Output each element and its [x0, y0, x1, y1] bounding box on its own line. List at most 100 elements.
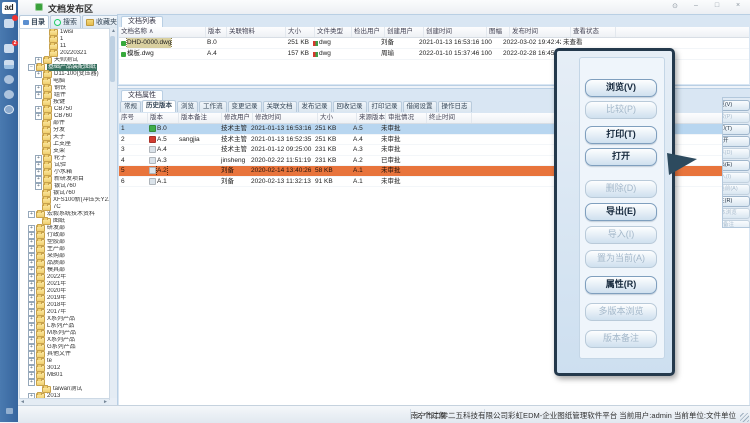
- tree-item[interactable]: 1wisi: [20, 29, 109, 36]
- tree-vertical-scrollbar[interactable]: ▲: [109, 28, 117, 398]
- edge-browse-button[interactable]: 浏览(V): [722, 100, 750, 111]
- expander-icon[interactable]: +: [35, 162, 42, 169]
- tree-item[interactable]: +X系列产品: [20, 316, 109, 323]
- tree-item[interactable]: +行政部: [20, 232, 109, 239]
- expander-icon[interactable]: +: [28, 358, 35, 365]
- expander-icon[interactable]: +: [28, 232, 35, 239]
- expander-icon[interactable]: +: [28, 365, 35, 372]
- tree-item[interactable]: +L系列产品: [20, 323, 109, 330]
- tree-item[interactable]: +宏毅系统技术资料: [20, 211, 109, 218]
- tree-item[interactable]: +新研发项目: [20, 176, 109, 183]
- expander-icon[interactable]: +: [28, 274, 35, 281]
- sidebar-tab-search[interactable]: 搜索: [50, 15, 81, 29]
- column-header[interactable]: 版本: [206, 27, 227, 37]
- collapse-icon[interactable]: [6, 408, 13, 414]
- tab-operation-log[interactable]: 操作日志: [438, 101, 472, 112]
- tree-item[interactable]: 支架: [20, 148, 109, 155]
- tree-item[interactable]: 电脑: [20, 78, 109, 85]
- edge-print-button[interactable]: 打印(T): [722, 124, 750, 135]
- tab-borrow-settings[interactable]: 借阅设置: [403, 101, 437, 112]
- expander-icon[interactable]: +: [28, 316, 35, 323]
- tree-item[interactable]: +2021年: [20, 281, 109, 288]
- expander-icon[interactable]: +: [28, 323, 35, 330]
- tree-item[interactable]: 1: [20, 36, 109, 43]
- expander-icon[interactable]: +: [28, 344, 35, 351]
- expander-icon[interactable]: +: [28, 239, 35, 246]
- tree-item[interactable]: 银试760: [20, 190, 109, 197]
- tree-item[interactable]: +研发部: [20, 225, 109, 232]
- tree-item[interactable]: +3012: [20, 365, 109, 372]
- expander-icon[interactable]: +: [28, 372, 35, 379]
- tree-item[interactable]: 7C: [20, 204, 109, 211]
- tab-preview[interactable]: 浏览: [177, 101, 198, 112]
- tree-item[interactable]: 上支座: [20, 141, 109, 148]
- tab-change-log[interactable]: 变更记录: [228, 101, 262, 112]
- column-header[interactable]: 修改时间: [253, 113, 318, 123]
- close-icon[interactable]: ×: [732, 2, 744, 10]
- menu-export-button[interactable]: 导出(E): [585, 203, 657, 221]
- tree-item[interactable]: +: [20, 379, 109, 386]
- tab-publish-log[interactable]: 发布记录: [298, 101, 332, 112]
- tree-item[interactable]: +2017年: [20, 309, 109, 316]
- tree-item[interactable]: +天帅测试: [20, 57, 109, 64]
- column-header[interactable]: 文件类型: [315, 27, 352, 37]
- column-header[interactable]: 大小: [286, 27, 315, 37]
- tree-item[interactable]: +G系列产品: [20, 344, 109, 351]
- tree-item[interactable]: +X系列产品: [20, 337, 109, 344]
- column-header[interactable]: 终止时间: [427, 113, 472, 123]
- tree-item[interactable]: taiwan测试: [20, 386, 109, 393]
- tree-item[interactable]: +MB01: [20, 372, 109, 379]
- chart-icon[interactable]: [4, 60, 14, 69]
- tree-item[interactable]: 按键: [20, 99, 109, 106]
- column-header[interactable]: 检出用户: [352, 27, 385, 37]
- column-header[interactable]: 版本备注: [179, 113, 222, 123]
- tree-item[interactable]: +2018年: [20, 302, 109, 309]
- app-logo[interactable]: ad: [2, 2, 16, 14]
- expander-icon[interactable]: +: [28, 211, 35, 218]
- tree-item[interactable]: −基础产品装配图纸: [20, 64, 109, 71]
- minimize-icon[interactable]: –: [690, 2, 702, 10]
- expander-icon[interactable]: +: [35, 155, 42, 162]
- edge-export-button[interactable]: 导出(E): [722, 160, 750, 171]
- expander-icon[interactable]: +: [28, 260, 35, 267]
- expander-icon[interactable]: +: [35, 71, 42, 78]
- column-header[interactable]: 创建时间: [424, 27, 487, 37]
- refresh-icon[interactable]: [4, 75, 14, 84]
- expander-icon[interactable]: +: [28, 295, 35, 302]
- expander-icon[interactable]: +: [28, 246, 35, 253]
- tab-workflow[interactable]: 工作流: [199, 101, 227, 112]
- expander-icon[interactable]: +: [28, 281, 35, 288]
- tree-item[interactable]: +品质部: [20, 260, 109, 267]
- menu-browse-button[interactable]: 浏览(V): [585, 79, 657, 97]
- tree-item[interactable]: 图纸: [20, 218, 109, 225]
- expander-icon[interactable]: +: [28, 309, 35, 316]
- maximize-icon[interactable]: □: [711, 2, 723, 10]
- expander-icon[interactable]: +: [28, 225, 35, 232]
- menu-open-button[interactable]: 打开: [585, 148, 657, 166]
- resize-grip[interactable]: [740, 413, 749, 422]
- edge-open-button[interactable]: 打开: [722, 136, 750, 147]
- column-header[interactable]: 审批情况: [386, 113, 427, 123]
- tree-item[interactable]: 部件: [20, 120, 109, 127]
- menu-print-button[interactable]: 打印(T): [585, 126, 657, 144]
- tree-scroll-thumb[interactable]: [110, 36, 115, 82]
- expander-icon[interactable]: +: [28, 267, 35, 274]
- edge-properties-button[interactable]: 属性(R): [722, 196, 750, 207]
- column-header[interactable]: 版本: [148, 113, 179, 123]
- column-header[interactable]: 图幅: [487, 27, 510, 37]
- tree-item[interactable]: +其他文件: [20, 351, 109, 358]
- chat-icon[interactable]: [4, 19, 14, 28]
- tree-item[interactable]: +生产部: [20, 246, 109, 253]
- tree-item[interactable]: +模具部: [20, 267, 109, 274]
- column-header[interactable]: 关联物料: [227, 27, 286, 37]
- column-header[interactable]: 文档名称 ∧: [119, 27, 206, 37]
- tree-item[interactable]: XFS100新(冲压头Y2.0 图纸): [20, 197, 109, 204]
- tree-item[interactable]: 夫子: [20, 134, 109, 141]
- tree-item[interactable]: +钢铁: [20, 85, 109, 92]
- tab-recycle-log[interactable]: 回收记录: [333, 101, 367, 112]
- tree-item[interactable]: +塑胶部: [20, 239, 109, 246]
- tree-item[interactable]: +D11-100(变压器): [20, 71, 109, 78]
- expander-icon[interactable]: +: [35, 85, 42, 92]
- tab-related-docs[interactable]: 关联文档: [263, 101, 297, 112]
- tree-item[interactable]: +M系列产品: [20, 330, 109, 337]
